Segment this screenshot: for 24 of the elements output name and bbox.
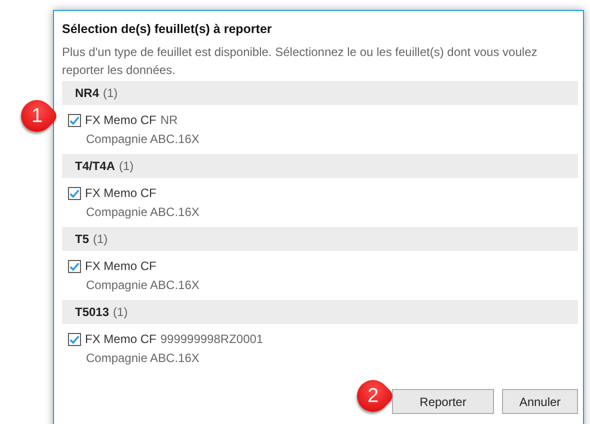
checkbox[interactable] [68, 114, 81, 126]
group-name: T4/T4A [75, 159, 116, 173]
item-company: Compagnie ABC.16X [86, 351, 200, 365]
dialog-button[interactable]: Reporter [392, 389, 494, 414]
group-count: (1) [113, 305, 128, 319]
checkbox[interactable] [68, 332, 81, 346]
item-company: Compagnie ABC.16X [86, 205, 200, 219]
item-label[interactable]: FX Memo CF 999999998RZ0001 [85, 332, 264, 346]
group-count: (1) [119, 159, 134, 173]
item-company: Compagnie ABC.16X [86, 132, 200, 146]
group-name: NR4 [75, 86, 100, 100]
dialog-description: Plus d'un type de feuillet est disponible. Sélectionnez le ou les feuillet(s) dont vous voulez reporter les données. [62, 44, 538, 79]
checkbox[interactable] [68, 186, 81, 200]
dialog-title: Sélection de(s) feuillet(s) à reporter [62, 22, 273, 36]
checkbox[interactable] [68, 260, 81, 272]
item-label[interactable]: FX Memo CF [85, 259, 156, 273]
group-name: T5013 [75, 305, 110, 319]
group-count: (1) [93, 232, 108, 246]
group-count: (1) [103, 86, 118, 100]
item-company: Compagnie ABC.16X [86, 278, 200, 292]
dialog-button[interactable]: Annuler [502, 389, 578, 414]
item-label[interactable]: FX Memo CF [85, 186, 156, 200]
item-label[interactable]: FX Memo CF NR [85, 113, 178, 127]
group-name: T5 [75, 232, 90, 246]
